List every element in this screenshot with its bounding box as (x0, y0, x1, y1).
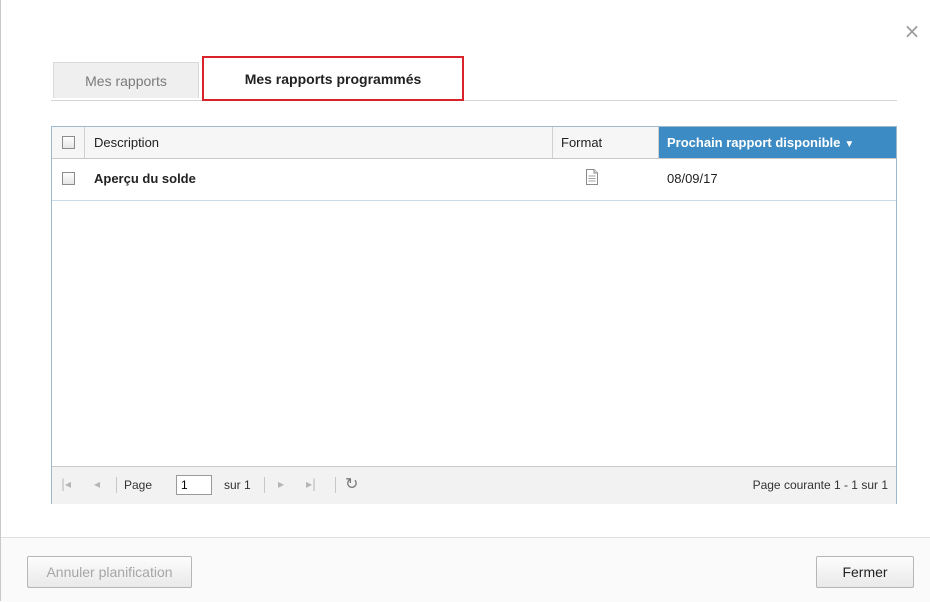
column-header-description[interactable]: Description (85, 127, 553, 158)
reports-grid: Description Format Prochain rapport disp… (51, 126, 897, 504)
row-checkbox[interactable] (62, 172, 75, 185)
select-all-cell (52, 127, 85, 158)
report-tabs: Mes rapports Mes rapports programmés (51, 56, 897, 101)
table-row[interactable]: Aperçu du solde 08/09/17 (52, 158, 896, 201)
refresh-icon[interactable]: ↻ (345, 474, 358, 493)
document-icon[interactable] (586, 169, 598, 185)
pager-separator (264, 477, 265, 493)
pager-separator (335, 477, 336, 493)
grid-header: Description Format Prochain rapport disp… (52, 127, 896, 159)
select-all-checkbox[interactable] (62, 136, 75, 149)
next-page-icon[interactable]: ▸ (278, 477, 284, 491)
scheduled-reports-dialog: × Mes rapports Mes rapports programmés D… (0, 0, 930, 602)
tab-my-scheduled-reports[interactable]: Mes rapports programmés (202, 56, 464, 101)
page-number-input[interactable] (176, 475, 212, 495)
pagination-bar: |◂ ◂ Page sur 1 ▸ ▸| ↻ Page courante 1 -… (52, 466, 896, 504)
prev-page-icon[interactable]: ◂ (94, 477, 100, 491)
row-next-report-date: 08/09/17 (667, 171, 718, 186)
pagination-info: Page courante 1 - 1 sur 1 (752, 478, 888, 492)
pager-separator (116, 477, 117, 493)
row-description: Aperçu du solde (94, 171, 196, 186)
tab-my-reports[interactable]: Mes rapports (53, 62, 199, 98)
cancel-schedule-button[interactable]: Annuler planification (27, 556, 192, 588)
last-page-icon[interactable]: ▸| (306, 477, 316, 491)
column-header-next-report-label: Prochain rapport disponible (667, 135, 841, 150)
column-header-next-report[interactable]: Prochain rapport disponible ▼ (659, 127, 896, 158)
close-button[interactable]: Fermer (816, 556, 914, 588)
column-header-format[interactable]: Format (553, 127, 659, 158)
close-icon[interactable]: × (901, 20, 923, 42)
dialog-footer: Annuler planification Fermer (1, 537, 930, 602)
page-label: Page (124, 478, 153, 492)
page-count-label: sur 1 (224, 478, 251, 492)
sort-desc-icon: ▼ (844, 139, 855, 150)
first-page-icon[interactable]: |◂ (61, 477, 71, 491)
